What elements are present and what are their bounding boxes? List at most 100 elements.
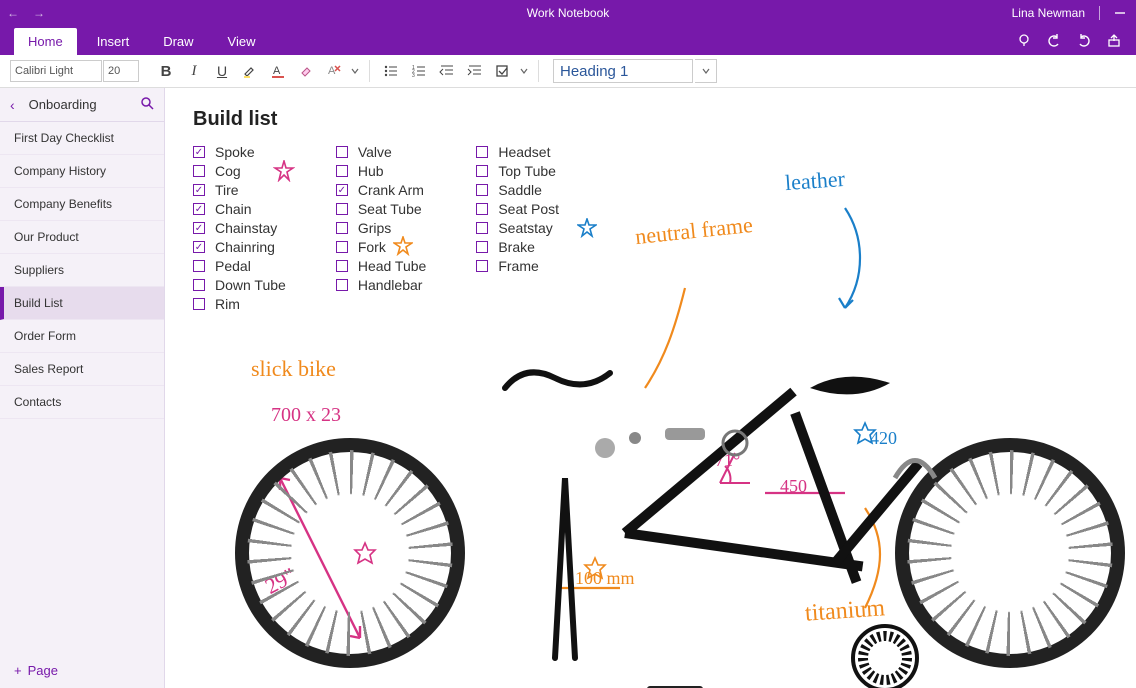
- checkbox-icon[interactable]: [476, 222, 488, 234]
- checklist-item-label: Top Tube: [498, 163, 556, 179]
- checklist-item[interactable]: Chain: [193, 201, 286, 217]
- todo-tag-button[interactable]: [490, 58, 516, 84]
- page-item[interactable]: Company Benefits: [0, 188, 164, 221]
- font-size-select[interactable]: [103, 60, 139, 82]
- page-item[interactable]: Contacts: [0, 386, 164, 419]
- checklist-item[interactable]: Pedal: [193, 258, 286, 274]
- checklist-item[interactable]: Valve: [336, 144, 427, 160]
- checklist-item[interactable]: Spoke: [193, 144, 286, 160]
- ribbon-tab-insert[interactable]: Insert: [83, 28, 144, 55]
- add-page-label: Page: [28, 663, 58, 678]
- checklist-item[interactable]: Hub: [336, 163, 427, 179]
- checklist-item-label: Crank Arm: [358, 182, 424, 198]
- bold-button[interactable]: B: [153, 58, 179, 84]
- checklist-item[interactable]: Top Tube: [476, 163, 559, 179]
- italic-button[interactable]: I: [181, 58, 207, 84]
- checklist-item[interactable]: Chainring: [193, 239, 286, 255]
- add-page-button[interactable]: + Page: [0, 653, 164, 688]
- checkbox-icon[interactable]: [336, 260, 348, 272]
- lightbulb-icon[interactable]: [1016, 33, 1032, 49]
- checklist-item[interactable]: Seat Tube: [336, 201, 427, 217]
- checkbox-icon[interactable]: [193, 184, 205, 196]
- font-color-button[interactable]: A: [265, 58, 291, 84]
- page-sidebar: ‹ Onboarding First Day ChecklistCompany …: [0, 88, 165, 688]
- checkbox-icon[interactable]: [336, 222, 348, 234]
- note-canvas[interactable]: Build list Spoke Cog Tire Chain Chainstay Cha…: [165, 88, 1136, 688]
- search-icon[interactable]: [140, 96, 154, 113]
- share-icon[interactable]: [1106, 33, 1122, 49]
- checkbox-icon[interactable]: [336, 146, 348, 158]
- checkbox-icon[interactable]: [193, 146, 205, 158]
- section-title[interactable]: Onboarding: [29, 97, 97, 112]
- checkbox-icon[interactable]: [193, 165, 205, 177]
- checklist-item[interactable]: Down Tube: [193, 277, 286, 293]
- checkbox-icon[interactable]: [336, 241, 348, 253]
- checkbox-icon[interactable]: [476, 165, 488, 177]
- ribbon-tab-home[interactable]: Home: [14, 28, 77, 55]
- checklist-item[interactable]: Saddle: [476, 182, 559, 198]
- ink-annotation: slick bike: [251, 356, 336, 382]
- checkbox-icon[interactable]: [476, 203, 488, 215]
- clear-formatting-button[interactable]: A: [321, 58, 347, 84]
- checklist-item[interactable]: Frame: [476, 258, 559, 274]
- checklist-item[interactable]: Cog: [193, 163, 286, 179]
- checklist-item[interactable]: Seatstay: [476, 220, 559, 236]
- checklist-item[interactable]: Fork: [336, 239, 427, 255]
- checklist-item[interactable]: Brake: [476, 239, 559, 255]
- checkbox-icon[interactable]: [336, 165, 348, 177]
- outdent-button[interactable]: [434, 58, 460, 84]
- checkbox-icon[interactable]: [476, 184, 488, 196]
- checkbox-icon[interactable]: [336, 203, 348, 215]
- section-back-icon[interactable]: ‹: [10, 97, 15, 113]
- checklist-item[interactable]: Handlebar: [336, 277, 427, 293]
- page-item[interactable]: Order Form: [0, 320, 164, 353]
- numbered-list-button[interactable]: 123: [406, 58, 432, 84]
- page-item[interactable]: First Day Checklist: [0, 122, 164, 155]
- checklist-item[interactable]: Seat Post: [476, 201, 559, 217]
- font-more-dropdown[interactable]: [349, 67, 361, 75]
- checkbox-icon[interactable]: [476, 146, 488, 158]
- checklist-item-label: Spoke: [215, 144, 255, 160]
- eraser-button[interactable]: [293, 58, 319, 84]
- page-item[interactable]: Sales Report: [0, 353, 164, 386]
- page-item[interactable]: Build List: [0, 287, 164, 320]
- checklist-item[interactable]: Headset: [476, 144, 559, 160]
- checklist-item-label: Chainstay: [215, 220, 277, 236]
- highlight-button[interactable]: [237, 58, 263, 84]
- redo-icon[interactable]: [1076, 33, 1092, 49]
- checkbox-icon[interactable]: [476, 260, 488, 272]
- ribbon-tab-view[interactable]: View: [214, 28, 270, 55]
- page-item[interactable]: Company History: [0, 155, 164, 188]
- nav-back-arrow[interactable]: ←: [0, 6, 26, 20]
- nav-forward-arrow[interactable]: →: [26, 6, 52, 20]
- checkbox-icon[interactable]: [336, 184, 348, 196]
- checklist-item[interactable]: Tire: [193, 182, 286, 198]
- checkbox-icon[interactable]: [476, 241, 488, 253]
- checkbox-icon[interactable]: [193, 203, 205, 215]
- page-item[interactable]: Suppliers: [0, 254, 164, 287]
- bullet-list-button[interactable]: [378, 58, 404, 84]
- checkbox-icon[interactable]: [336, 279, 348, 291]
- checkbox-icon[interactable]: [193, 241, 205, 253]
- style-select[interactable]: Heading 1: [553, 59, 693, 83]
- undo-icon[interactable]: [1046, 33, 1062, 49]
- checklist-item[interactable]: Rim: [193, 296, 286, 312]
- user-name[interactable]: Lina Newman: [1012, 6, 1085, 20]
- checkbox-icon[interactable]: [193, 260, 205, 272]
- ribbon-tab-draw[interactable]: Draw: [149, 28, 207, 55]
- checklist-item[interactable]: Head Tube: [336, 258, 427, 274]
- checkbox-icon[interactable]: [193, 222, 205, 234]
- checklist-item[interactable]: Crank Arm: [336, 182, 427, 198]
- font-name-select[interactable]: [10, 60, 102, 82]
- page-item[interactable]: Our Product: [0, 221, 164, 254]
- checklist-item[interactable]: Grips: [336, 220, 427, 236]
- note-title[interactable]: Build list: [193, 108, 277, 131]
- style-select-dropdown[interactable]: [695, 59, 717, 83]
- minimize-icon[interactable]: [1114, 7, 1126, 19]
- checkbox-icon[interactable]: [193, 279, 205, 291]
- paragraph-more-dropdown[interactable]: [518, 67, 530, 75]
- checkbox-icon[interactable]: [193, 298, 205, 310]
- underline-button[interactable]: U: [209, 58, 235, 84]
- indent-button[interactable]: [462, 58, 488, 84]
- checklist-item[interactable]: Chainstay: [193, 220, 286, 236]
